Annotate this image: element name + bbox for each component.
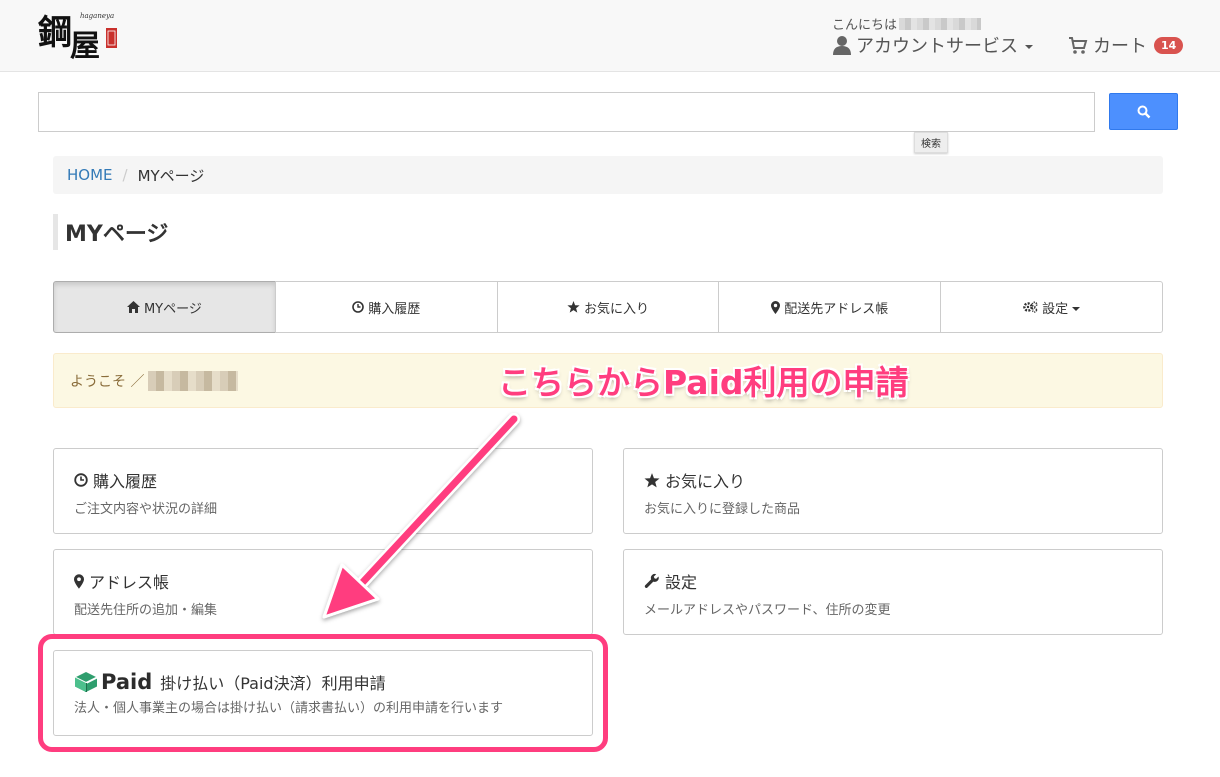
map-marker-icon bbox=[771, 300, 781, 314]
nav-favorites-label: お気に入り bbox=[583, 301, 649, 317]
clock-icon bbox=[74, 473, 88, 487]
wrench-icon bbox=[644, 573, 659, 588]
nav-address-book-button[interactable]: 配送先アドレス帳 bbox=[718, 281, 942, 333]
site-header: 鋼 屋 haganeya こんにちは アカウントサービス カート 14 bbox=[0, 0, 1220, 72]
breadcrumb-separator: / bbox=[122, 166, 128, 184]
welcome-text: ようこそ ／ bbox=[70, 373, 145, 390]
caret-down-icon bbox=[1025, 45, 1033, 49]
star-icon bbox=[567, 301, 580, 313]
logo-subtext: haganeya bbox=[80, 12, 114, 20]
clock-icon bbox=[352, 301, 364, 313]
annotation-callout: こちらからPaid利用の申請 bbox=[498, 363, 909, 402]
breadcrumb-current: MYページ bbox=[137, 166, 205, 185]
cart-link[interactable]: カート 14 bbox=[1068, 32, 1184, 58]
annotation-arrow-icon bbox=[322, 413, 520, 619]
cart-count-badge: 14 bbox=[1154, 36, 1184, 54]
card-favorites-desc: お気に入りに登録した商品 bbox=[644, 502, 801, 517]
nav-settings-dropdown[interactable]: 設定 bbox=[940, 281, 1163, 333]
user-icon bbox=[833, 36, 851, 55]
user-name-blurred bbox=[899, 17, 982, 30]
star-icon bbox=[644, 472, 660, 487]
svg-text:屋: 屋 bbox=[70, 29, 100, 64]
nav-address-book-label: 配送先アドレス帳 bbox=[784, 301, 889, 317]
nav-settings-label: 設定 bbox=[1042, 301, 1069, 317]
page-title: MYページ bbox=[53, 214, 168, 250]
card-purchase-history-label: 購入履歴 bbox=[93, 472, 158, 491]
nav-purchase-history-button[interactable]: 購入履歴 bbox=[274, 281, 498, 333]
breadcrumb: HOME / MYページ bbox=[53, 156, 1163, 194]
account-services-menu[interactable]: アカウントサービス bbox=[832, 32, 1033, 58]
nav-mypage-button[interactable]: MYページ bbox=[53, 281, 276, 333]
nav-favorites-button[interactable]: お気に入り bbox=[496, 281, 720, 333]
welcome-name-blurred bbox=[148, 370, 239, 391]
cart-label: カート bbox=[1093, 36, 1147, 57]
site-logo[interactable]: 鋼 屋 haganeya bbox=[36, 4, 126, 64]
greeting-text: こんにちは bbox=[832, 18, 898, 33]
account-services-label: アカウントサービス bbox=[856, 36, 1018, 57]
search-icon bbox=[1137, 105, 1150, 118]
card-favorites-title: お気に入り bbox=[644, 468, 1142, 492]
search-button[interactable] bbox=[1109, 93, 1178, 130]
nav-mypage-label: MYページ bbox=[143, 301, 202, 317]
search-input[interactable] bbox=[38, 92, 1095, 132]
card-settings-title: 設定 bbox=[644, 569, 1142, 593]
greeting: こんにちは bbox=[832, 14, 982, 33]
mypage-nav: MYページ 購入履歴 お気に入り 配送先アドレス帳 設定 bbox=[53, 281, 1163, 333]
card-settings-desc: メールアドレスやパスワード、住所の変更 bbox=[644, 603, 891, 618]
cart-icon bbox=[1069, 37, 1088, 54]
nav-purchase-history-label: 購入履歴 bbox=[368, 301, 421, 317]
card-settings-label: 設定 bbox=[665, 573, 698, 592]
card-settings[interactable]: 設定 メールアドレスやパスワード、住所の変更 bbox=[623, 549, 1163, 635]
cogs-icon bbox=[1023, 301, 1038, 313]
card-favorites[interactable]: お気に入り お気に入りに登録した商品 bbox=[623, 448, 1163, 534]
home-icon bbox=[126, 301, 140, 313]
svg-text:鋼: 鋼 bbox=[38, 13, 72, 53]
highlight-frame bbox=[38, 634, 608, 752]
breadcrumb-home-link[interactable]: HOME bbox=[67, 166, 113, 184]
card-favorites-label: お気に入り bbox=[665, 472, 746, 491]
caret-down-icon bbox=[1072, 307, 1081, 311]
map-marker-icon bbox=[74, 573, 84, 589]
search-tooltip: 検索 bbox=[914, 132, 948, 153]
card-address-book-label: アドレス帳 bbox=[89, 573, 170, 592]
